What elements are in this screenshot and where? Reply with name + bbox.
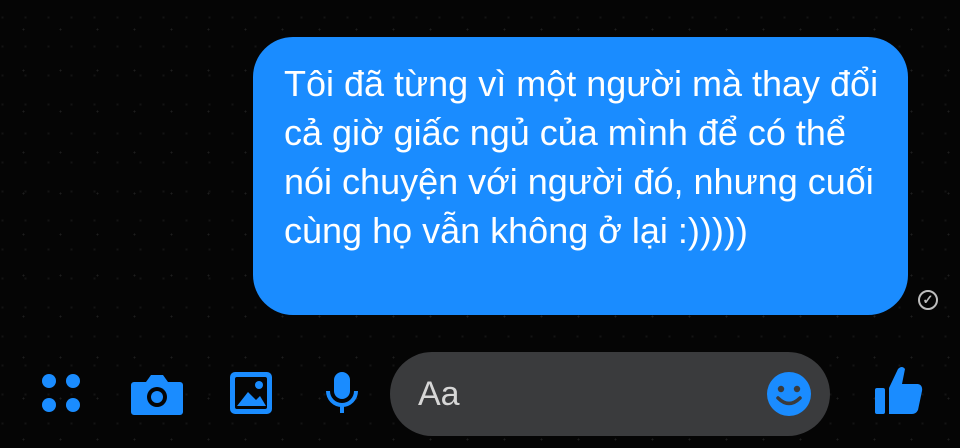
camera-icon[interactable] [130,370,184,416]
image-icon[interactable] [228,370,274,416]
sent-message-bubble[interactable]: Tôi đã từng vì một người mà thay đổi cả … [253,37,908,315]
microphone-icon[interactable] [322,370,362,416]
thumbs-up-icon[interactable] [874,364,924,416]
message-text: Tôi đã từng vì một người mà thay đổi cả … [284,63,879,251]
message-input[interactable] [418,372,748,416]
message-input-container[interactable] [390,352,830,436]
emoji-icon[interactable] [766,371,812,417]
message-composer-bar [0,350,960,440]
apps-icon[interactable] [38,370,84,416]
check-circle-icon: ✓ [918,290,938,310]
